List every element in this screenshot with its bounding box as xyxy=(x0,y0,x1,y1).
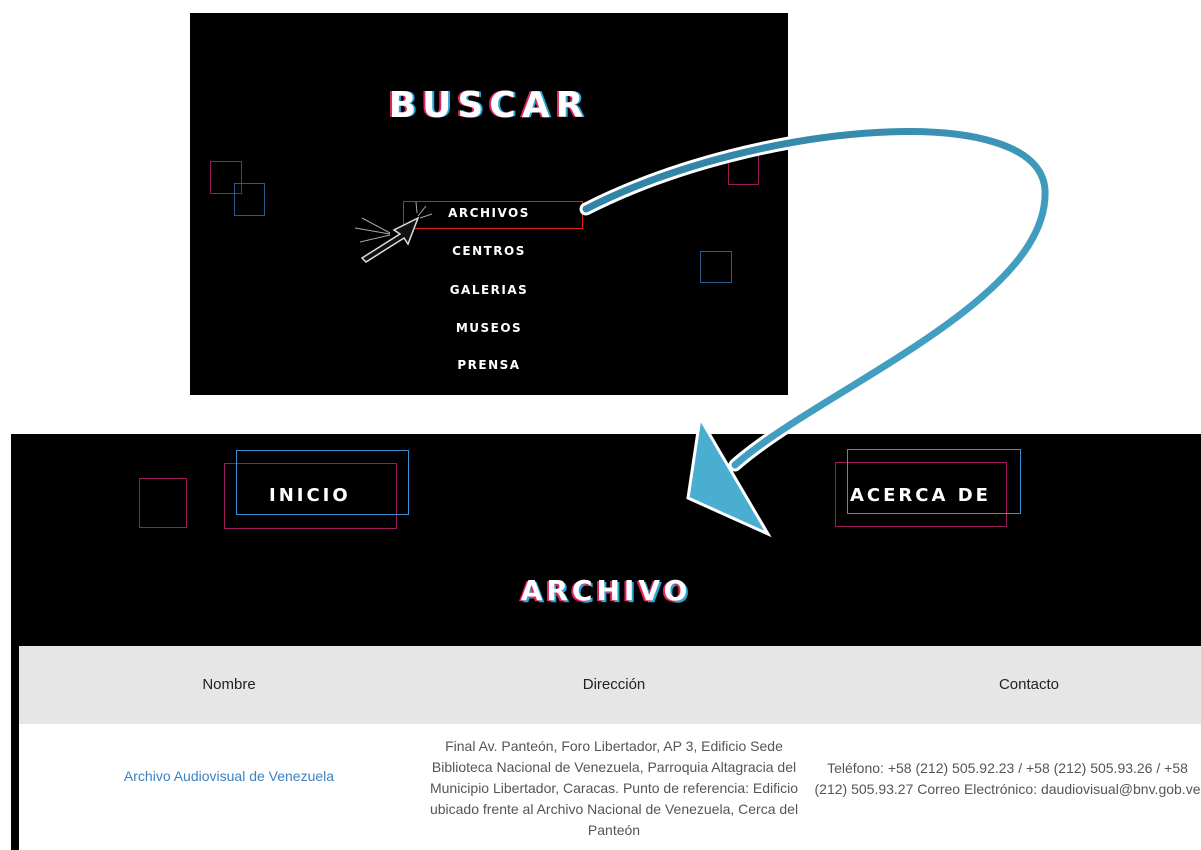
menu-item-centros[interactable]: CENTROS xyxy=(190,244,788,258)
header-nombre: Nombre xyxy=(202,676,256,693)
menu-item-galerias[interactable]: GALERIAS xyxy=(190,283,788,297)
row-name-link[interactable]: Archivo Audiovisual de Venezuela xyxy=(79,766,379,787)
decorative-square xyxy=(139,478,187,528)
cursor-arrow-icon xyxy=(354,201,433,263)
archive-table: Nombre Dirección Contacto Archivo Audiov… xyxy=(19,646,1201,850)
header-direccion: Dirección xyxy=(582,676,646,693)
section-title: ARCHIVO xyxy=(520,574,692,607)
decorative-square xyxy=(728,153,759,185)
nav-acerca-button[interactable]: ACERCA DE xyxy=(850,485,991,506)
menu-item-museos[interactable]: MUSEOS xyxy=(190,321,788,335)
nav-inicio-button[interactable]: INICIO xyxy=(269,485,351,506)
row-contact: Teléfono: +58 (212) 505.92.23 / +58 (212… xyxy=(814,760,1201,797)
search-title: BUSCAR xyxy=(388,85,590,126)
table-header: Nombre Dirección Contacto xyxy=(19,646,1201,724)
menu-item-prensa[interactable]: PRENSA xyxy=(190,358,788,372)
search-menu-screen: BUSCAR ARCHIVOS CENTROS GALERIAS MUSEOS … xyxy=(190,13,788,395)
header-contacto: Contacto xyxy=(998,676,1060,693)
row-address: Final Av. Panteón, Foro Libertador, AP 3… xyxy=(429,738,799,838)
archive-page: INICIO ACERCA DE ARCHIVO Nombre Direcció… xyxy=(11,434,1201,850)
menu-item-archivos[interactable]: ARCHIVOS xyxy=(190,206,788,220)
